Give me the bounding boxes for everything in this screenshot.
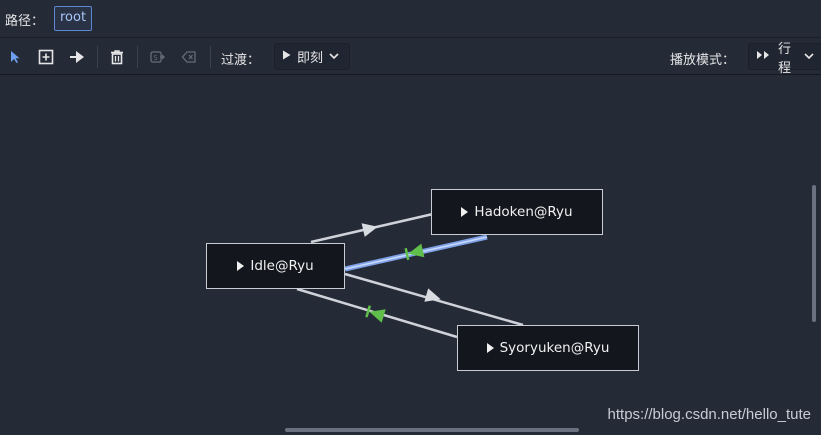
play-icon[interactable] xyxy=(237,261,245,271)
travel-icon xyxy=(756,49,772,64)
path-root-button[interactable]: root xyxy=(54,6,93,31)
state-node-label: Idle@Ryu xyxy=(250,258,314,274)
watermark: https://blog.csdn.net/hello_tute xyxy=(607,406,811,423)
select-tool-button[interactable] xyxy=(4,46,26,68)
transition-idle-to-hadoken[interactable] xyxy=(310,212,434,244)
chevron-down-icon xyxy=(804,49,814,64)
chevron-down-icon xyxy=(329,49,339,64)
state-machine-graph[interactable]: Idle@Ryu Hadoken@Ryu Syoryuken@Ryu https… xyxy=(0,76,821,435)
play-mode-value: 行程 xyxy=(778,41,792,76)
toolbar: S 过渡： 即刻 播放模式： 行程 xyxy=(0,38,821,76)
add-node-icon xyxy=(38,49,54,65)
svg-text:S: S xyxy=(153,54,158,62)
play-mode-dropdown[interactable]: 行程 xyxy=(748,42,821,76)
connect-icon xyxy=(69,49,85,65)
play-mode-label: 播放模式： xyxy=(670,53,736,68)
state-node-syoryuken[interactable]: Syoryuken@Ryu xyxy=(457,325,639,371)
play-icon[interactable] xyxy=(461,207,469,217)
set-start-button[interactable]: S xyxy=(146,46,168,68)
add-node-button[interactable] xyxy=(35,46,57,68)
connect-tool-button[interactable] xyxy=(66,46,88,68)
state-node-label: Syoryuken@Ryu xyxy=(499,340,610,356)
set-end-button[interactable] xyxy=(178,46,200,68)
toolbar-divider xyxy=(137,46,138,68)
state-node-label: Hadoken@Ryu xyxy=(474,204,573,220)
transition-dropdown[interactable]: 即刻 xyxy=(274,43,350,70)
horizontal-scrollbar[interactable] xyxy=(285,428,579,432)
toolbar-divider xyxy=(210,46,211,68)
trash-icon xyxy=(109,49,125,65)
play-icon[interactable] xyxy=(486,343,494,353)
play-icon xyxy=(282,49,291,64)
transition-value: 即刻 xyxy=(297,51,324,66)
toolbar-divider xyxy=(97,46,98,68)
transition-hadoken-to-idle[interactable] xyxy=(344,234,488,272)
path-bar: 路径： root xyxy=(0,0,821,38)
transition-label: 过渡： xyxy=(221,53,261,68)
state-node-hadoken[interactable]: Hadoken@Ryu xyxy=(431,189,603,235)
transitions-layer xyxy=(296,212,524,339)
end-node-icon xyxy=(181,49,197,65)
state-node-idle[interactable]: Idle@Ryu xyxy=(206,243,345,289)
transition-idle-to-syoryuken[interactable] xyxy=(344,272,524,327)
pointer-icon xyxy=(8,50,22,64)
vertical-scrollbar[interactable] xyxy=(812,185,816,322)
start-node-icon: S xyxy=(149,49,165,65)
path-label: 路径： xyxy=(5,14,45,29)
delete-button[interactable] xyxy=(106,46,128,68)
